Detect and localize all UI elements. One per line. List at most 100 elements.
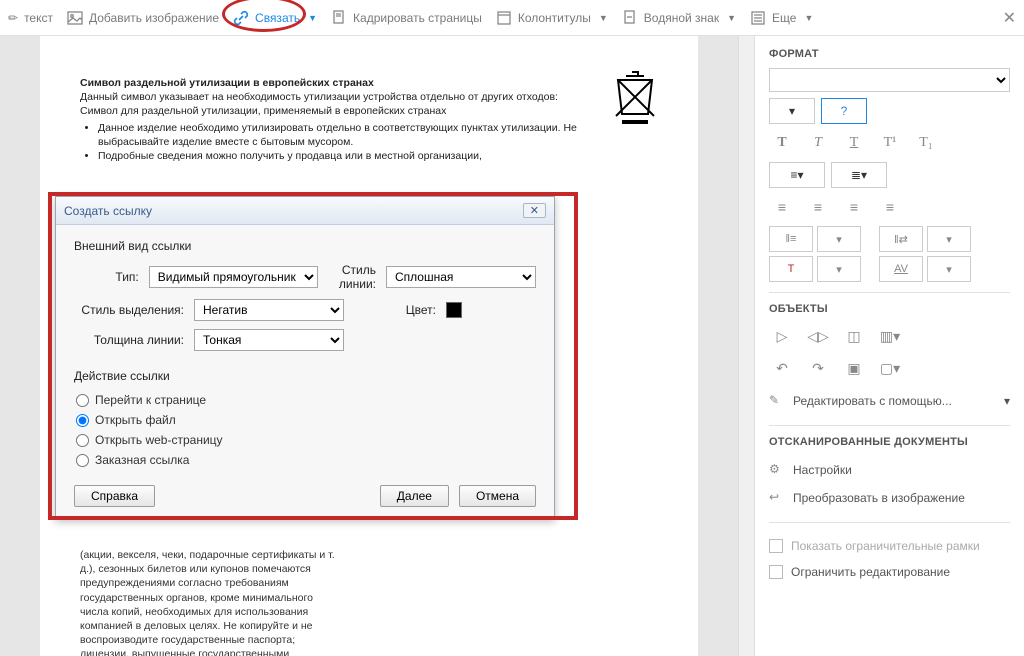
vertical-scrollbar[interactable] [738,36,754,656]
settings-label: Настройки [793,463,852,477]
more-button[interactable]: Еще▼ [750,10,813,26]
close-panel-button[interactable]: ✕ [1003,8,1016,28]
doc-line2: Символ для раздельной утилизации, примен… [80,105,446,117]
radio-custom[interactable]: Заказная ссылка [74,453,536,467]
align-left-icon[interactable]: ≡ [769,194,795,220]
crop-button[interactable]: Кадрировать страницы [331,10,482,26]
format-panel: ФОРМАТ ▾ ? T T T T¹ T₁ ≡▾ ≣▾ ≡ ≡ ≡ ≡ ‖≡ … [754,36,1024,656]
number-list-button[interactable]: ≣▾ [831,162,887,188]
text-color-button[interactable]: T [769,256,813,282]
bold-icon[interactable]: T [769,130,795,156]
color-label: Цвет: [354,303,436,317]
headers-icon [496,10,512,26]
rotate-left-icon[interactable]: ↶ [769,355,795,381]
indent-button[interactable]: ‖⇄ [879,226,923,252]
image-icon [67,10,83,26]
document-area: Символ раздельной утилизации в европейск… [0,36,738,656]
edit-with-label: Редактировать с помощью... [793,394,952,408]
headers-button[interactable]: Колонтитулы▼ [496,10,608,26]
next-button[interactable]: Далее [380,485,449,507]
line-spacing-value[interactable]: ▾ [817,226,861,252]
align-center-icon[interactable]: ≡ [805,194,831,220]
underline-icon[interactable]: T [841,130,867,156]
gear-icon: ⚙ [769,462,785,478]
font-size-select[interactable]: ▾ [769,98,815,124]
to-image-button[interactable]: ↩ Преобразовать в изображение [769,484,1010,512]
recycle-bin-icon [612,70,658,126]
add-image-button[interactable]: Добавить изображение [67,10,219,26]
action-section-title: Действие ссылки [74,369,536,383]
crop-object-icon[interactable]: ◫ [841,323,867,349]
cancel-button[interactable]: Отмена [459,485,536,507]
edit-with-button[interactable]: ✎ Редактировать с помощью... ▾ [769,387,1010,415]
text-tool-button[interactable]: ✏текст [8,11,53,25]
pencil-icon: ✎ [769,393,785,409]
bring-front-icon[interactable]: ▣ [841,355,867,381]
bullet-list-button[interactable]: ≡▾ [769,162,825,188]
radio-goto[interactable]: Перейти к странице [74,393,536,407]
crop-icon [331,10,347,26]
dialog-title-text: Создать ссылку [64,204,152,218]
align-right-icon[interactable]: ≡ [841,194,867,220]
radio-open-web-label: Открыть web-страницу [95,433,223,447]
indent-value[interactable]: ▾ [927,226,971,252]
show-boxes-checkbox[interactable]: Показать ограничительные рамки [769,533,1010,559]
thickness-label: Толщина линии: [74,333,184,347]
help-box[interactable]: ? [821,98,867,124]
text-color-value[interactable]: ▾ [817,256,861,282]
to-image-label: Преобразовать в изображение [793,491,965,505]
radio-open-file[interactable]: Открыть файл [74,413,536,427]
linestyle-label: Стиль линии: [328,263,376,291]
highlight-select[interactable]: Негатив [194,299,344,321]
limit-edit-label: Ограничить редактирование [791,565,950,579]
cursor-icon[interactable]: ▷ [769,323,795,349]
checkbox-icon [769,565,783,579]
radio-open-file-label: Открыть файл [95,413,176,427]
watermark-button[interactable]: Водяной знак▼ [622,10,736,26]
watermark-icon [622,10,638,26]
line-spacing-button[interactable]: ‖≡ [769,226,813,252]
radio-open-web[interactable]: Открыть web-страницу [74,433,536,447]
text-tool-label: текст [24,11,53,25]
link-button[interactable]: Связать▼ [233,10,317,26]
kerning-value[interactable]: ▾ [927,256,971,282]
create-link-dialog: Создать ссылку ✕ Внешний вид ссылки Тип:… [55,196,555,520]
italic-icon[interactable]: T [805,130,831,156]
dialog-close-button[interactable]: ✕ [523,203,546,218]
kerning-button[interactable]: AV [879,256,923,282]
scanned-heading: ОТСКАНИРОВАННЫЕ ДОКУМЕНТЫ [769,436,1010,448]
checkbox-icon [769,539,783,553]
color-picker[interactable] [446,302,462,318]
limit-edit-checkbox[interactable]: Ограничить редактирование [769,559,1010,585]
link-icon [233,10,249,26]
more-label: Еще [772,11,796,25]
help-button[interactable]: Справка [74,485,155,507]
format-heading: ФОРМАТ [769,48,1010,60]
doc-heading: Символ раздельной утилизации в европейск… [80,77,374,89]
headers-label: Колонтитулы [518,11,591,25]
linestyle-select[interactable]: Сплошная [386,266,536,288]
top-toolbar: ✏текст Добавить изображение Связать▼ Кад… [0,0,1024,36]
more-icon [750,10,766,26]
doc-bullet2: Подробные сведения можно получить у прод… [98,149,658,163]
type-select[interactable]: Видимый прямоугольник [149,266,318,288]
dialog-titlebar[interactable]: Создать ссылку ✕ [56,197,554,225]
doc-lower-text: (акции, векселя, чеки, подарочные сертиф… [80,548,340,656]
objects-heading: ОБЪЕКТЫ [769,303,1010,315]
send-back-icon[interactable]: ▢▾ [877,355,903,381]
subscript-icon[interactable]: T₁ [913,130,939,156]
doc-bullet1: Данное изделие необходимо утилизировать … [98,121,658,149]
rotate-right-icon[interactable]: ↷ [805,355,831,381]
document-text: Символ раздельной утилизации в европейск… [80,76,658,163]
font-family-select[interactable] [769,68,1010,92]
radio-custom-label: Заказная ссылка [95,453,189,467]
superscript-icon[interactable]: T¹ [877,130,903,156]
settings-button[interactable]: ⚙ Настройки [769,456,1010,484]
arrange-icon[interactable]: ▥▾ [877,323,903,349]
flip-horizontal-icon[interactable]: ◁▷ [805,323,831,349]
type-label: Тип: [74,270,139,284]
align-justify-icon[interactable]: ≡ [877,194,903,220]
thickness-select[interactable]: Тонкая [194,329,344,351]
watermark-label: Водяной знак [644,11,719,25]
radio-goto-label: Перейти к странице [95,393,206,407]
